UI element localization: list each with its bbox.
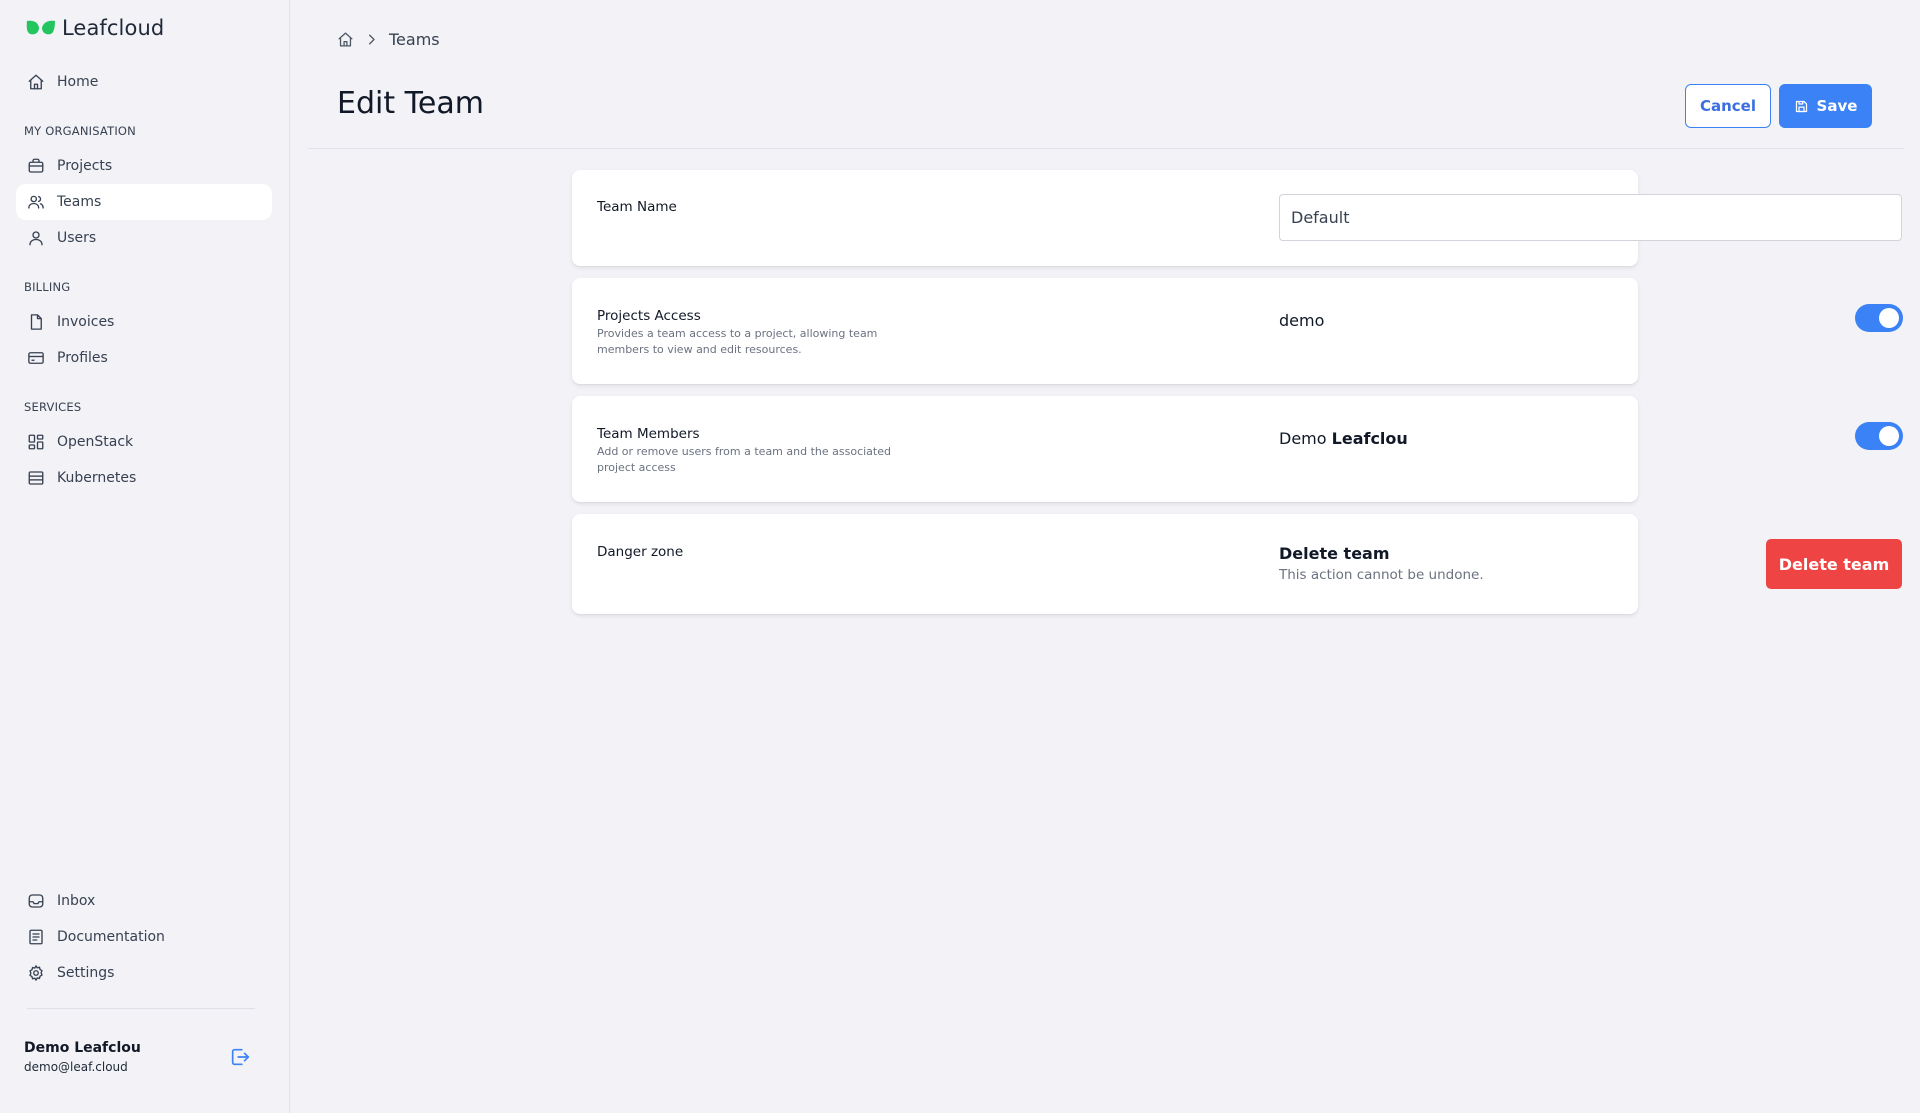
sidebar: Leafcloud Home MY ORGANISATION Projects … <box>0 0 290 1113</box>
credit-card-icon <box>28 352 44 364</box>
section-label-services: SERVICES <box>24 400 82 414</box>
page-title: Edit Team <box>337 86 484 121</box>
sidebar-item-users[interactable]: Users <box>16 220 272 256</box>
sidebar-item-inbox[interactable]: Inbox <box>16 883 272 919</box>
sidebar-item-settings[interactable]: Settings <box>16 955 272 991</box>
save-button[interactable]: Save <box>1779 84 1872 128</box>
breadcrumb-teams[interactable]: Teams <box>389 30 440 49</box>
team-name-card: Team Name <box>572 170 1902 266</box>
team-name-label: Team Name <box>597 199 677 215</box>
server-icon <box>28 471 44 485</box>
team-members-description: Add or remove users from a team and the … <box>597 445 891 474</box>
sidebar-item-home[interactable]: Home <box>16 64 272 100</box>
danger-zone-card: Danger zone Delete team This action cann… <box>572 514 1902 614</box>
users-icon <box>28 195 44 209</box>
file-icon <box>30 314 42 330</box>
sidebar-item-label: Inbox <box>57 893 96 909</box>
home-icon <box>28 74 44 90</box>
sidebar-item-label: Home <box>57 74 99 90</box>
sidebar-item-projects[interactable]: Projects <box>16 148 272 184</box>
sidebar-item-label: OpenStack <box>57 434 134 450</box>
member-first-name: Demo <box>1279 429 1327 448</box>
project-name: demo <box>1279 311 1325 330</box>
inbox-icon <box>28 894 44 908</box>
save-button-label: Save <box>1816 97 1858 115</box>
sidebar-item-label: Documentation <box>57 929 165 945</box>
user-icon <box>29 231 43 246</box>
projects-access-card: Projects Access Provides a team access t… <box>572 278 1903 384</box>
sidebar-item-label: Invoices <box>57 314 115 330</box>
grid-icon <box>28 434 44 450</box>
sidebar-divider <box>27 1008 255 1009</box>
sidebar-item-openstack[interactable]: OpenStack <box>16 424 272 460</box>
sidebar-item-label: Settings <box>57 965 115 981</box>
sidebar-item-documentation[interactable]: Documentation <box>16 919 272 955</box>
chevron-right-icon <box>369 34 375 45</box>
main-content: Teams Edit Team Cancel Save Team Name Pr… <box>290 0 1920 1113</box>
section-label-billing: BILLING <box>24 280 71 294</box>
logout-icon[interactable] <box>229 1046 251 1068</box>
team-members-card: Team Members Add or remove users from a … <box>572 396 1903 502</box>
delete-team-warning: This action cannot be undone. <box>1279 567 1484 583</box>
gear-icon <box>29 965 43 981</box>
briefcase-icon <box>28 158 44 173</box>
section-label-organisation: MY ORGANISATION <box>24 124 136 138</box>
save-icon <box>1795 100 1807 112</box>
cancel-button[interactable]: Cancel <box>1685 84 1771 128</box>
sidebar-item-label: Teams <box>57 194 102 210</box>
document-icon <box>29 929 43 945</box>
sidebar-item-kubernetes[interactable]: Kubernetes <box>16 460 272 496</box>
team-name-input[interactable] <box>1279 194 1902 241</box>
projects-access-description: Provides a team access to a project, all… <box>597 327 878 356</box>
team-member-toggle[interactable] <box>1855 422 1903 450</box>
danger-zone-label: Danger zone <box>597 544 684 560</box>
delete-team-button[interactable]: Delete team <box>1766 539 1902 589</box>
project-access-toggle[interactable] <box>1855 304 1903 332</box>
leaf-logo-icon <box>26 20 55 35</box>
sidebar-item-label: Kubernetes <box>57 470 137 486</box>
breadcrumb: Teams <box>337 30 440 49</box>
member-last-name: Leafclou <box>1331 429 1408 448</box>
user-name: Demo Leafclou <box>24 1040 141 1056</box>
projects-access-label: Projects Access <box>597 308 701 324</box>
header-divider <box>308 148 1904 149</box>
home-icon[interactable] <box>337 31 354 48</box>
sidebar-item-label: Profiles <box>57 350 108 366</box>
sidebar-item-label: Users <box>57 230 97 246</box>
logo-text: Leafcloud <box>62 16 165 40</box>
sidebar-item-label: Projects <box>57 158 113 174</box>
sidebar-item-invoices[interactable]: Invoices <box>16 304 272 340</box>
member-name: Demo Leafclou <box>1279 429 1408 448</box>
sidebar-item-profiles[interactable]: Profiles <box>16 340 272 376</box>
logo[interactable]: Leafcloud <box>26 16 164 40</box>
user-email: demo@leaf.cloud <box>24 1060 128 1074</box>
sidebar-item-teams[interactable]: Teams <box>16 184 272 220</box>
team-members-label: Team Members <box>597 426 700 442</box>
delete-team-title: Delete team <box>1279 544 1390 563</box>
